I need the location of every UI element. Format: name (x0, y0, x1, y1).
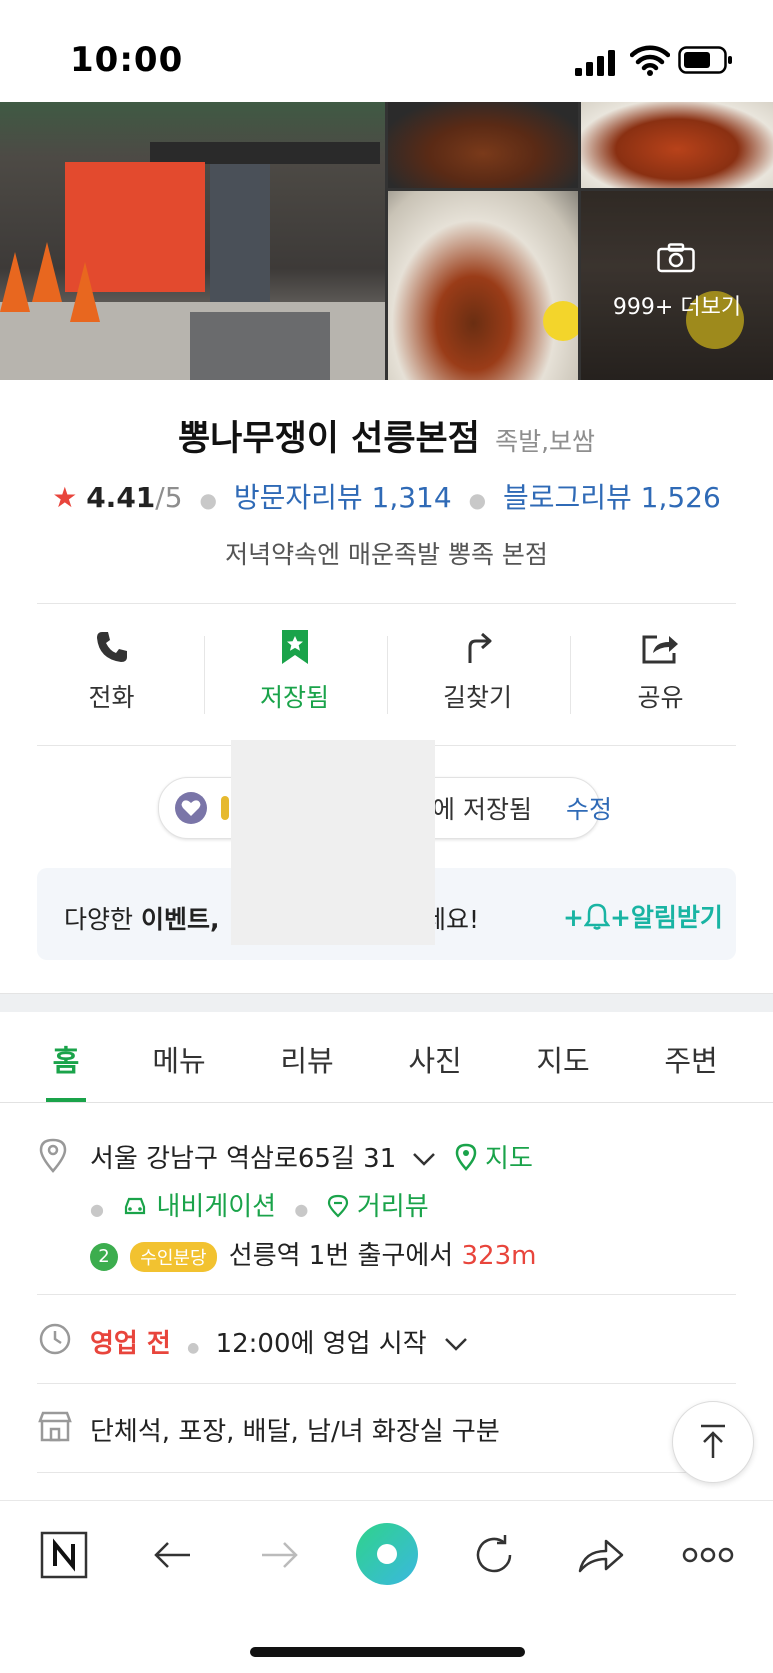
place-description: 저녁약속엔 매운족발 뽕족 본점 (225, 540, 548, 569)
tab-review[interactable]: 리뷰 (243, 1038, 371, 1080)
redacted-region (231, 740, 435, 945)
map-pin-icon (455, 1143, 477, 1171)
navigation-link[interactable]: 내비게이션 (157, 1192, 277, 1222)
more-photos-label: 999+ 더보기 (612, 295, 742, 320)
edit-saved-link[interactable]: 수정 (566, 790, 612, 826)
street-view-icon (327, 1194, 348, 1218)
wifi-icon (630, 45, 670, 76)
tab-photo[interactable]: 사진 (371, 1038, 499, 1080)
tab-nearby[interactable]: 주변 (627, 1038, 755, 1080)
heart-icon (181, 800, 201, 816)
food-photo-1[interactable] (388, 102, 578, 188)
saved-button[interactable]: 저장됨 (203, 628, 386, 714)
call-button[interactable]: 전화 (20, 628, 203, 714)
rating-max: /5 (155, 481, 183, 514)
open-time-text: 12:00에 영업 시작 (215, 1329, 427, 1359)
banner-text: 다양한 이벤트, (64, 905, 220, 934)
business-status: 영업 전 (90, 1329, 171, 1359)
scroll-to-top-button[interactable] (672, 1401, 754, 1483)
bell-icon (583, 903, 611, 930)
storefront-photo[interactable] (0, 102, 385, 380)
subway-line-badge: 2 (90, 1242, 118, 1271)
directions-button[interactable]: 길찾기 (386, 628, 569, 714)
bookmark-icon (281, 630, 308, 664)
more-icon[interactable] (682, 1545, 734, 1565)
directions-icon (468, 632, 491, 663)
tab-map[interactable]: 지도 (499, 1038, 627, 1080)
place-header: 뽕나무쟁이 선릉본점 족발,보쌈 (0, 410, 773, 461)
blog-reviews-link[interactable]: 블로그리뷰 1,526 (503, 481, 721, 514)
place-category: 족발,보쌈 (495, 427, 596, 456)
address-row[interactable]: 서울 강남구 역삼로65길 31 지도 (90, 1138, 533, 1175)
location-pin-icon (39, 1138, 67, 1173)
chevron-down-icon[interactable] (443, 1336, 469, 1352)
store-icon (38, 1411, 72, 1442)
street-view-link[interactable]: 거리뷰 (357, 1192, 429, 1222)
green-dot-button[interactable] (354, 1521, 420, 1587)
camera-icon (657, 243, 695, 273)
map-link[interactable]: 지도 (485, 1144, 533, 1174)
photo-gallery[interactable]: 999+ 더보기 (0, 102, 773, 380)
back-arrow-icon[interactable] (150, 1533, 194, 1577)
facilities-text: 단체석, 포장, 배달, 남/녀 화장실 구분 (90, 1417, 500, 1447)
food-photo-3[interactable] (388, 191, 578, 380)
rating-row: ★ 4.41/5 ● 방문자리뷰 1,314 ● 블로그리뷰 1,526 (52, 481, 721, 514)
home-indicator (250, 1647, 525, 1657)
address-text: 서울 강남구 역삼로65길 31 (90, 1144, 397, 1174)
star-icon: ★ (52, 481, 78, 514)
divider (37, 603, 736, 604)
visitor-reviews-link[interactable]: 방문자리뷰 1,314 (234, 481, 452, 514)
subway-row: 2 수인분당 선릉역 1번 출구에서 323m (90, 1235, 536, 1272)
place-title: 뽕나무쟁이 선릉본점 (177, 419, 480, 459)
refresh-icon[interactable] (470, 1531, 518, 1579)
status-bar: 10:00 (0, 0, 773, 100)
station-distance: 323m (461, 1241, 537, 1271)
section-divider (0, 993, 773, 1012)
hours-row[interactable]: 영업 전 ● 12:00에 영업 시작 (90, 1323, 469, 1360)
tab-home[interactable]: 홈 (2, 1038, 130, 1080)
food-photo-2[interactable] (581, 102, 773, 188)
status-time: 10:00 (70, 40, 184, 80)
browser-toolbar (0, 1500, 773, 1611)
forward-arrow-icon[interactable] (258, 1533, 302, 1577)
car-icon (125, 1197, 146, 1215)
rating-value: 4.41 (86, 481, 156, 514)
battery-icon (678, 46, 732, 74)
share-button[interactable]: 공유 (569, 628, 752, 714)
more-photos-tile[interactable]: 999+ 더보기 (581, 191, 773, 380)
notify-button[interactable]: + +알림받기 (563, 898, 723, 934)
arrow-up-icon (701, 1424, 725, 1458)
saved-status-text: 에 저장됨 (432, 795, 532, 824)
share-arrow-icon[interactable] (576, 1531, 626, 1579)
address-links: ● 내비게이션 ● 거리뷰 (90, 1192, 429, 1222)
chevron-down-icon[interactable] (411, 1151, 437, 1167)
phone-icon (96, 632, 127, 662)
subway-line-name: 수인분당 (130, 1241, 217, 1272)
cellular-signal-icon (575, 50, 615, 76)
clock-icon (39, 1323, 71, 1355)
station-text: 선릉역 1번 출구에서 (228, 1241, 454, 1271)
share-icon (642, 635, 678, 664)
tab-menu[interactable]: 메뉴 (115, 1038, 243, 1080)
naver-home-icon[interactable] (40, 1531, 88, 1579)
